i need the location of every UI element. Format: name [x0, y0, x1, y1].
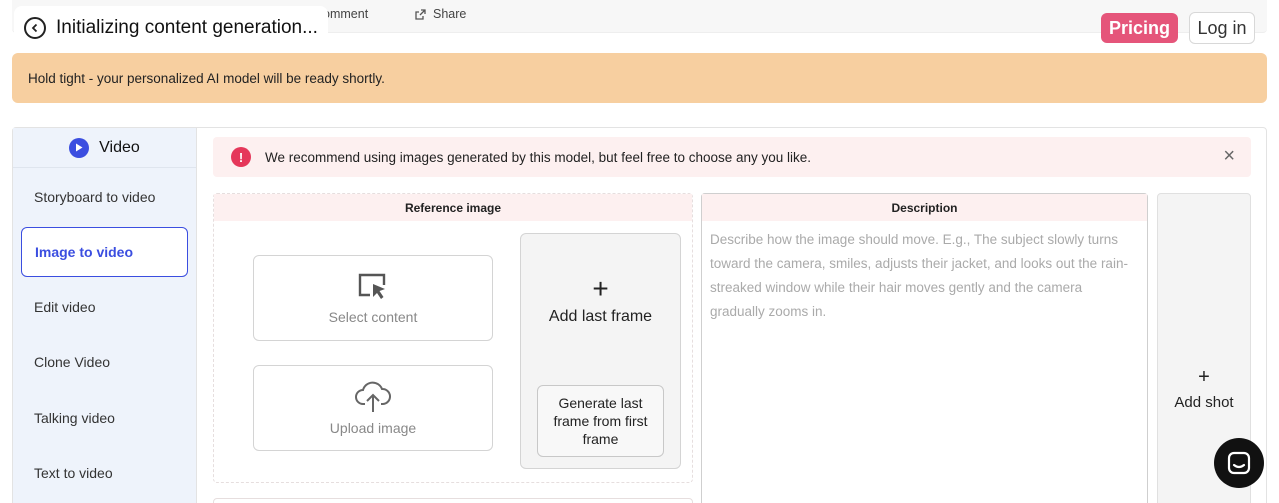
reference-image-section: Reference image Select content Upload im… — [213, 193, 693, 483]
reference-image-section-next — [213, 498, 693, 503]
select-cursor-icon — [358, 273, 386, 299]
generate-last-frame-button[interactable]: Generate last frame from first frame — [537, 385, 664, 457]
select-content-label: Select content — [328, 309, 418, 325]
upload-image-button[interactable]: Upload image — [253, 365, 493, 451]
pricing-button[interactable]: Pricing — [1101, 13, 1178, 43]
add-last-frame-label: Add last frame — [548, 308, 653, 325]
plus-icon: + — [592, 273, 609, 304]
upload-image-label: Upload image — [329, 420, 417, 436]
close-icon[interactable]: × — [1223, 146, 1235, 166]
description-section: Description Describe how the image shoul… — [701, 193, 1148, 503]
info-icon: ! — [231, 147, 251, 167]
play-icon — [69, 137, 90, 158]
page-title: Initializing content generation... — [56, 17, 318, 38]
sidebar-item-clone-video[interactable]: Clone Video — [21, 337, 188, 387]
banner-text: Hold tight - your personalized AI model … — [28, 70, 385, 86]
share-label: Share — [433, 7, 467, 21]
sidebar-item-image-to-video[interactable]: Image to video — [21, 227, 188, 277]
recommendation-text: We recommend using images generated by t… — [265, 149, 812, 165]
share-icon — [415, 8, 426, 20]
sidebar-item-talking-video[interactable]: Talking video — [21, 393, 188, 443]
back-header: Initializing content generation... — [14, 6, 328, 50]
description-heading: Description — [702, 194, 1147, 221]
back-arrow-icon[interactable] — [24, 17, 46, 39]
chat-launcher-button[interactable] — [1214, 438, 1264, 488]
add-last-frame-button[interactable]: + Add last frame Generate last frame fro… — [520, 233, 681, 469]
add-shot-label: Add shot — [1174, 394, 1234, 411]
sidebar-heading: Video — [13, 128, 196, 168]
description-input[interactable]: Describe how the image should move. E.g.… — [702, 221, 1147, 331]
cloud-upload-icon — [355, 381, 391, 412]
chat-icon — [1227, 451, 1251, 475]
share-button[interactable]: Share — [414, 7, 466, 21]
sidebar-item-edit-video[interactable]: Edit video — [21, 282, 188, 332]
sidebar-item-text-to-video[interactable]: Text to video — [21, 448, 188, 498]
select-content-button[interactable]: Select content — [253, 255, 493, 341]
plus-icon: + — [1198, 366, 1210, 388]
status-banner: Hold tight - your personalized AI model … — [12, 53, 1267, 103]
sidebar-item-storyboard-to-video[interactable]: Storyboard to video — [21, 172, 188, 222]
recommendation-notice: ! We recommend using images generated by… — [213, 137, 1251, 177]
sidebar: Video Storyboard to video Image to video… — [13, 128, 197, 503]
main-panel: Video Storyboard to video Image to video… — [12, 127, 1267, 503]
reference-image-heading: Reference image — [214, 194, 692, 221]
sidebar-heading-label: Video — [99, 138, 140, 156]
login-button[interactable]: Log in — [1189, 12, 1255, 44]
